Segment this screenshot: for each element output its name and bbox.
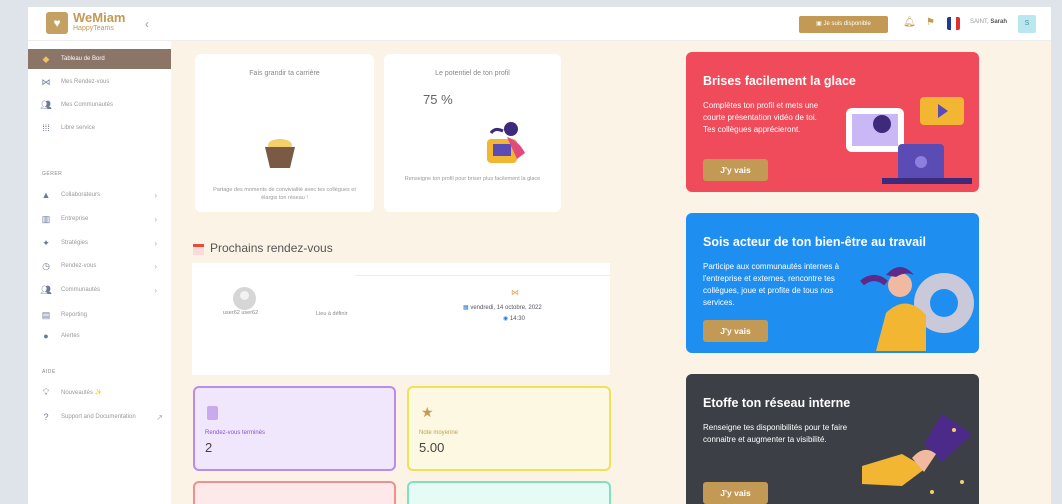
calendar-icon — [193, 244, 204, 255]
career-card-title: Fais grandir ta carrière — [249, 70, 320, 77]
sidebar-item-company[interactable]: ▥ Entreprise › — [28, 209, 171, 229]
stat-average-rating: ★ Note moyenne 5.00 — [407, 386, 611, 471]
meeting-place: Lieu à définir — [316, 311, 348, 317]
scrollbar[interactable] — [1051, 0, 1062, 504]
handshake-icon: ⋈ — [41, 76, 51, 87]
available-button-label: Je suis disponible — [823, 21, 871, 27]
available-button[interactable]: ▣ Je suis disponible — [799, 16, 888, 33]
flag-icon[interactable]: ⚑ — [926, 17, 935, 28]
promo-icebreaker-button[interactable]: J'y vais — [703, 159, 768, 181]
profile-card[interactable]: Le potentiel de ton profil 75 % Renseign… — [384, 54, 561, 212]
promo-icebreaker-text: Complètes ton profil et mets une courte … — [703, 101, 819, 134]
promo-network-button[interactable]: J'y vais — [703, 482, 768, 504]
stat-completed-label: Rendez-vous terminés — [205, 430, 266, 436]
stat-card-green — [407, 481, 611, 504]
stat-rating-value: 5.00 — [419, 440, 445, 455]
promo-network-text: Renseigne tes disponibilités pour te fai… — [703, 423, 848, 444]
handshake-illustration — [862, 414, 972, 494]
video-presentation-illustration — [846, 97, 972, 184]
users-icon: 👥︎ — [40, 99, 52, 110]
external-link-icon: ↗ — [156, 412, 163, 422]
section-manage-label: GÉRER — [42, 171, 63, 177]
stat-card-red — [193, 481, 396, 504]
promo-wellbeing-button[interactable]: J'y vais — [703, 320, 768, 342]
user-name[interactable]: SAINT, Sarah — [970, 19, 1007, 25]
wellbeing-gear-illustration — [860, 267, 974, 351]
upcoming-meetings-heading: Prochains rendez-vous — [210, 241, 333, 255]
chevron-right-icon: › — [154, 261, 157, 271]
building-icon: ▥ — [41, 213, 51, 224]
meeting-time: ◉ 14:30 — [503, 316, 525, 322]
bulb-icon: 💡︎ — [42, 386, 50, 397]
chevron-right-icon: › — [154, 285, 157, 295]
chevron-right-icon: › — [154, 238, 157, 248]
profile-card-footer: Renseigne ton profil pour briser plus fa… — [404, 176, 541, 182]
stat-completed-meetings: Rendez-vous terminés 2 — [193, 386, 396, 471]
promo-wellbeing-text: Participe aux communautés internes à l'e… — [703, 262, 840, 307]
sidebar-item-news[interactable]: 💡︎ Nouveautés ✨ — [28, 382, 171, 402]
promo-network: Etoffe ton réseau interne Renseigne tes … — [686, 374, 979, 504]
clipboard-icon — [207, 406, 218, 420]
top-bar: ♥ WeMiam HappyTeams ‹ ▣ Je suis disponib… — [28, 7, 1051, 41]
promo-wellbeing: Sois acteur de ton bien-être au travail … — [686, 213, 979, 353]
sidebar-item-reporting[interactable]: ▤ Reporting — [28, 305, 171, 325]
meeting-handshake-icon: ⋈ — [511, 288, 519, 297]
bell-icon[interactable]: 🔔︎ — [903, 17, 916, 28]
app-window: ♥ WeMiam HappyTeams ‹ ▣ Je suis disponib… — [28, 7, 1051, 504]
stat-completed-value: 2 — [205, 440, 213, 455]
brand-tagline: HappyTeams — [73, 25, 114, 32]
sidebar-item-strategies[interactable]: ✦ Stratégies › — [28, 233, 171, 253]
profile-card-title: Le potentiel de ton profil — [435, 70, 510, 77]
sidebar-item-self-service[interactable]: ⁞⁞⁞ Libre service — [28, 118, 171, 138]
upcoming-meetings-panel — [192, 263, 610, 375]
clock-small-icon: ◉ — [503, 316, 509, 322]
collapse-sidebar-icon[interactable]: ‹ — [145, 17, 149, 31]
calendar-small-icon: ▦ — [463, 305, 469, 311]
promo-wellbeing-title: Sois acteur de ton bien-être au travail — [703, 235, 926, 249]
career-card-footer: Partage des moments de convivialité avec… — [213, 187, 356, 201]
meeting-user-name[interactable]: user62 user62 — [223, 310, 258, 316]
sidebar-item-support[interactable]: ? Support and Documentation ↗ — [28, 407, 171, 427]
sidebar: ◆ Tableau de Bord ⋈ Mes Rendez-vous 👥︎ Mes … — [28, 41, 171, 504]
sidebar-item-communities[interactable]: 👥︎ Communautés › — [28, 280, 171, 300]
basket-icon — [265, 139, 295, 168]
alert-icon: ● — [43, 331, 49, 341]
users-icon: 👥︎ — [40, 284, 52, 295]
logo-icon: ♥ — [46, 12, 68, 34]
promo-icebreaker-title: Brises facilement la glace — [703, 74, 856, 88]
sidebar-item-my-communities[interactable]: 👥︎ Mes Communautés — [28, 95, 171, 115]
chevron-right-icon: › — [154, 214, 157, 224]
promo-icebreaker: Brises facilement la glace Complètes ton… — [686, 52, 979, 192]
sidebar-item-collaborators[interactable]: ▲ Collaborateurs › — [28, 185, 171, 205]
chart-icon: ▤ — [41, 309, 51, 320]
help-icon: ? — [43, 412, 49, 422]
career-card[interactable]: Fais grandir ta carrière Partage des mom… — [195, 54, 374, 212]
brand-name: WeMiam — [73, 10, 126, 25]
section-help-label: AIDE — [42, 369, 56, 375]
strategy-icon: ✦ — [42, 237, 50, 248]
stat-rating-label: Note moyenne — [419, 430, 459, 436]
meeting-user-avatar[interactable] — [233, 287, 256, 310]
sidebar-item-meetings[interactable]: ◷ Rendez-vous › — [28, 256, 171, 276]
brand: WeMiam HappyTeams — [73, 11, 126, 34]
grid-icon: ⁞⁞⁞ — [42, 123, 50, 133]
home-icon: ◆ — [42, 53, 50, 64]
user-icon: ▲ — [41, 190, 51, 200]
profile-illustration — [487, 122, 525, 163]
chevron-right-icon: › — [154, 190, 157, 200]
sidebar-item-my-meetings[interactable]: ⋈ Mes Rendez-vous — [28, 72, 171, 92]
sidebar-item-alerts[interactable]: ● Alertes — [28, 326, 171, 346]
language-flag-icon[interactable] — [947, 17, 960, 30]
profile-percent: 75 % — [423, 92, 453, 107]
clock-icon: ◷ — [42, 260, 50, 271]
meeting-date: ▦ vendredi, 14 octobre, 2022 — [463, 305, 542, 311]
promo-network-title: Etoffe ton réseau interne — [703, 396, 851, 410]
sidebar-item-dashboard[interactable]: ◆ Tableau de Bord — [28, 49, 171, 69]
avatar[interactable]: S — [1018, 15, 1036, 33]
star-icon: ★ — [421, 404, 434, 420]
